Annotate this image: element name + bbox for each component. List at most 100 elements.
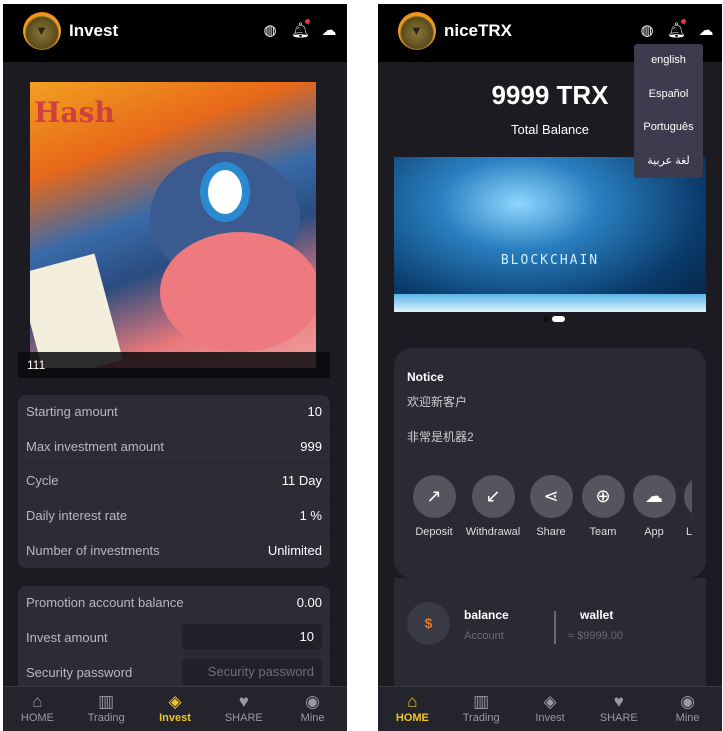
carousel-dot[interactable] (543, 316, 549, 322)
user-icon: ◉ (680, 692, 695, 711)
detail-row: Starting amount 10 (18, 395, 330, 430)
share-icon: ⋖ (529, 475, 573, 518)
action-label: Deposit (415, 526, 453, 538)
heart-icon: ♥ (613, 692, 624, 711)
arrow-down-left-icon: ↙ (471, 475, 515, 518)
balance-subtitle: Account (464, 630, 504, 642)
logo (398, 12, 436, 50)
cloud-download-icon: ☁ (632, 475, 676, 518)
action-label: L (686, 526, 692, 538)
image-text: Hash (34, 96, 115, 129)
support-icon[interactable]: ☁ (697, 22, 715, 40)
nav-label: Trading (87, 712, 125, 724)
detail-value: Unlimited (267, 543, 322, 559)
language-dropdown: english Español Português لغة عربية (634, 44, 703, 178)
security-password-input[interactable]: Security password (182, 659, 322, 686)
nav-mine[interactable]: ◉ Mine (278, 687, 347, 731)
nav-label: SHARE (599, 712, 638, 724)
language-icon[interactable]: ◍ (261, 22, 279, 40)
detail-row: Number of investments Unlimited (18, 533, 330, 568)
deposit-button[interactable]: ↗ Deposit (404, 475, 464, 538)
nav-invest[interactable]: ◈ Invest (141, 687, 210, 731)
bottom-nav: ⌂ HOME ▥ Trading ◈ Invest ♥ SHARE ◉ Mine (3, 686, 347, 731)
language-option-english[interactable]: english (634, 44, 703, 78)
nav-label: Mine (300, 712, 325, 724)
detail-label: Number of investments (26, 543, 160, 559)
carousel-dot-active[interactable] (552, 316, 565, 322)
more-action-button[interactable]: L (676, 475, 692, 538)
detail-label: Daily interest rate (26, 508, 128, 524)
invest-icon: ◈ (543, 692, 557, 711)
action-label: Withdrawal (465, 526, 521, 538)
chart-icon: ▥ (98, 692, 115, 711)
security-password-row: Security password Security password (18, 655, 330, 690)
bell-icon[interactable]: 🔔︎ (291, 22, 310, 40)
nav-home[interactable]: ⌂ HOME (378, 687, 447, 731)
share-button[interactable]: ⋖ Share (521, 475, 581, 538)
bell-icon[interactable]: 🔔︎ (667, 22, 686, 40)
nav-trading[interactable]: ▥ Trading (72, 687, 141, 731)
header: Invest ◍ 🔔︎ ☁ (3, 4, 347, 62)
promotion-balance-row: Promotion account balance 0.00 (18, 586, 330, 621)
detail-label: Starting amount (26, 404, 118, 420)
app-button[interactable]: ☁ App (624, 475, 684, 538)
promotion-balance-value: 0.00 (296, 595, 322, 611)
notice-title: Notice (407, 370, 444, 384)
security-password-label: Security password (26, 664, 133, 680)
withdrawal-button[interactable]: ↙ Withdrawal (463, 475, 523, 538)
home-screen: niceTRX ◍ 🔔︎ ☁ 9999 TRX Total Balance BL… (378, 4, 722, 731)
heart-icon: ♥ (238, 692, 249, 711)
nav-trading[interactable]: ▥ Trading (447, 687, 516, 731)
nav-mine[interactable]: ◉ Mine (653, 687, 722, 731)
action-label: Team (589, 526, 617, 538)
banner[interactable]: BLOCKCHAIN (394, 157, 706, 312)
nav-label: Mine (675, 712, 700, 724)
detail-value: 10 (307, 404, 322, 420)
invest-amount-input[interactable]: 10 (182, 624, 322, 651)
notice-card: Notice 欢迎新客户 非常是机器2 (394, 348, 706, 578)
detail-value: 11 Day (281, 473, 322, 489)
globe-icon: ⊕ (581, 475, 625, 518)
notification-dot (681, 19, 686, 24)
nav-home[interactable]: ⌂ HOME (3, 687, 72, 731)
divider (554, 611, 556, 644)
notice-line: 欢迎新客户 (407, 395, 468, 409)
nav-label: Trading (462, 712, 500, 724)
nav-share[interactable]: ♥ SHARE (584, 687, 653, 731)
nav-label: Invest (159, 712, 191, 724)
invest-amount-row: Invest amount 10 (18, 621, 330, 656)
wallet-title: wallet (580, 608, 614, 622)
support-icon[interactable]: ☁ (320, 22, 338, 40)
language-option-spanish[interactable]: Español (634, 78, 703, 112)
invest-icon: ◈ (168, 692, 182, 711)
product-caption: 111 (27, 358, 46, 372)
account-section: $ balance Account wallet ≈ $9999.00 (394, 578, 706, 688)
banner-text: BLOCKCHAIN (500, 253, 600, 268)
detail-label: Cycle (26, 473, 59, 489)
page-title: Invest (69, 21, 119, 40)
language-option-arabic[interactable]: لغة عربية (634, 145, 703, 179)
action-label: App (644, 526, 664, 538)
app-title: niceTRX (444, 21, 513, 40)
arrow-up-right-icon: ↗ (412, 475, 456, 518)
notification-dot (305, 19, 310, 24)
nav-label: SHARE (224, 712, 263, 724)
nav-label: HOME (395, 712, 429, 724)
language-option-portuguese[interactable]: Português (634, 111, 703, 145)
bottom-nav: ⌂ HOME ▥ Trading ◈ Invest ♥ SHARE ◉ Mine (378, 686, 722, 731)
logo (23, 12, 61, 50)
more-icon (684, 475, 692, 518)
home-icon: ⌂ (32, 692, 43, 711)
detail-row: Daily interest rate 1 % (18, 499, 330, 534)
detail-row: Max investment amount 999 (18, 430, 330, 465)
invest-screen: Invest ◍ 🔔︎ ☁ Hash 111 Starting amount 10… (3, 4, 347, 731)
nav-share[interactable]: ♥ SHARE (209, 687, 278, 731)
home-icon: ⌂ (407, 692, 418, 711)
wallet-value: ≈ $9999.00 (568, 630, 623, 642)
nav-label: Invest (535, 712, 565, 724)
detail-row: Cycle 11 Day (18, 464, 330, 499)
detail-value: 999 (300, 438, 322, 454)
dollar-icon: $ (407, 602, 450, 645)
nav-invest[interactable]: ◈ Invest (516, 687, 585, 731)
language-icon[interactable]: ◍ (638, 22, 656, 40)
